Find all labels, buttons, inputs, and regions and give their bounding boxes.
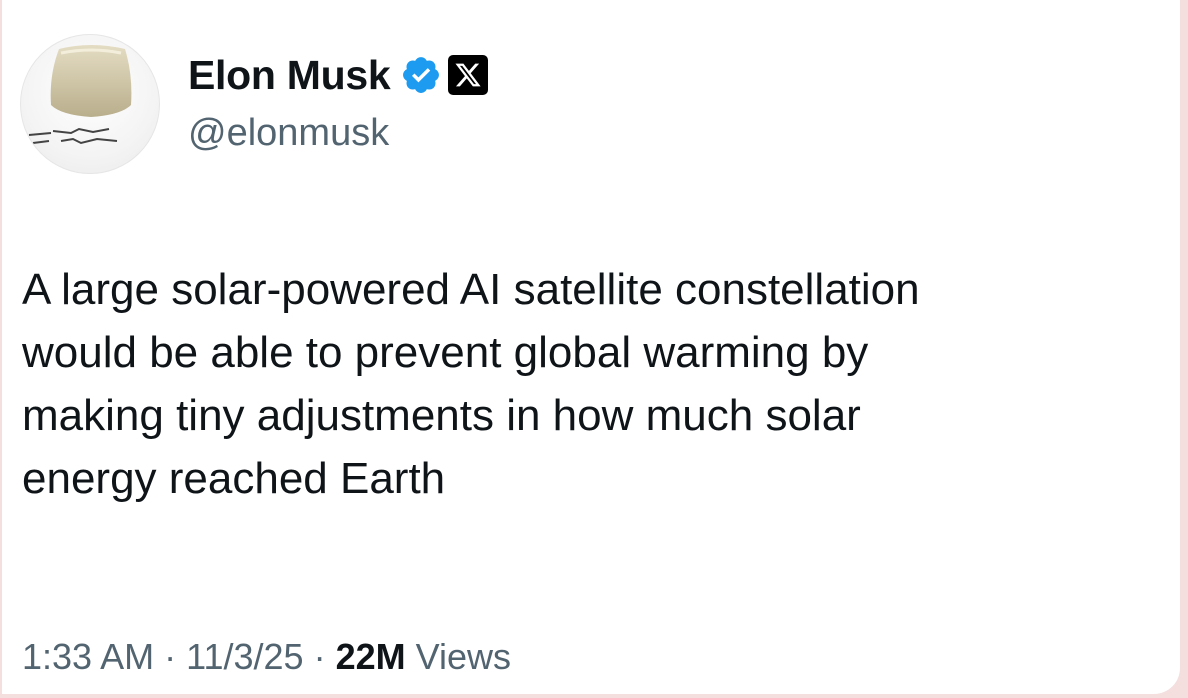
tweet-date[interactable]: 11/3/25 bbox=[186, 636, 303, 678]
author-handle[interactable]: @elonmusk bbox=[188, 112, 389, 155]
separator-dot: · bbox=[313, 636, 326, 677]
tweet-metadata: 1:33 AM · 11/3/25 · 22M Views bbox=[22, 636, 511, 678]
tweet-time[interactable]: 1:33 AM bbox=[22, 636, 154, 678]
author-name[interactable]: Elon Musk bbox=[188, 52, 391, 99]
separator-dot: · bbox=[164, 636, 177, 677]
tweet-text-line: energy reached Earth bbox=[22, 454, 446, 503]
avatar-image bbox=[28, 45, 132, 145]
verified-badge-icon[interactable] bbox=[400, 54, 442, 96]
avatar[interactable] bbox=[20, 34, 160, 174]
views-label: Views bbox=[415, 636, 512, 677]
tweet-card: Elon Musk @elonmusk A large solar-powere… bbox=[2, 0, 1180, 694]
tweet-text-line: A large solar-powered AI satellite const… bbox=[22, 265, 920, 314]
x-logo-icon[interactable] bbox=[448, 55, 489, 95]
tweet-text: A large solar-powered AI satellite const… bbox=[22, 258, 1162, 510]
author-row: Elon Musk bbox=[188, 50, 489, 100]
tweet-text-line: making tiny adjustments in how much sola… bbox=[22, 391, 861, 440]
views-count[interactable]: 22M bbox=[336, 636, 406, 678]
tweet-text-line: would be able to prevent global warming … bbox=[22, 328, 869, 377]
